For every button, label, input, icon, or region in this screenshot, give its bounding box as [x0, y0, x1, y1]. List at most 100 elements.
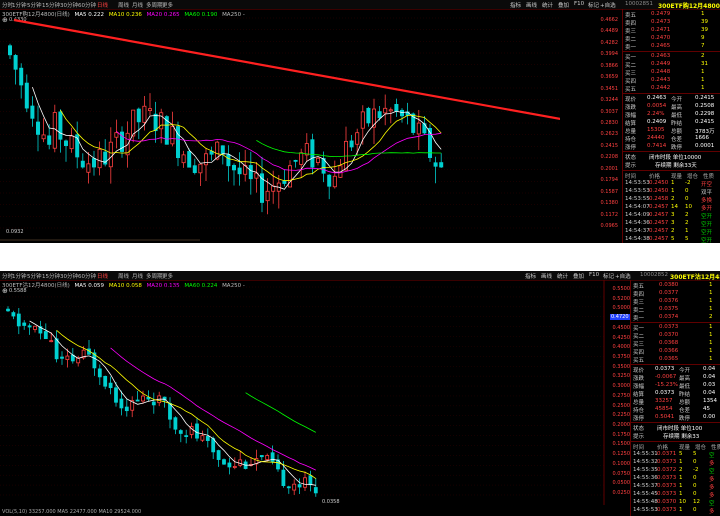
candle-body: [60, 356, 64, 359]
candle-body: [308, 475, 313, 486]
axis-tick: 0.0750: [612, 470, 631, 477]
candle-body: [168, 402, 172, 420]
candle-body: [439, 162, 444, 168]
quote-cell: 买四: [625, 79, 637, 85]
quote-row: 涨幅 2.24% 最低 0.2298: [625, 111, 718, 119]
quote-cell: 0.0371: [657, 451, 677, 457]
axis-tick: 0.0250: [612, 490, 631, 496]
quote-row: 卖一 0.2465 7: [625, 43, 718, 51]
quote-cell: 0.2443: [651, 77, 671, 83]
quote-cell: 14:53:55: [625, 196, 650, 202]
quote-cell: 0: [685, 188, 689, 194]
quote-cell: 0.2457: [649, 204, 669, 210]
candle-body: [355, 132, 360, 145]
axis-tick: 0.1380: [600, 200, 619, 207]
candlestick-chart[interactable]: [0, 0, 560, 243]
quote-row: 买一 0.2463 2: [625, 53, 718, 61]
candle-body: [65, 355, 70, 360]
quote-cell: 1: [709, 324, 713, 330]
quote-cell: 存续期 剩余33: [663, 434, 700, 440]
candle-body: [366, 107, 371, 124]
quote-cell: 总额: [671, 129, 683, 135]
candle-body: [187, 151, 192, 168]
candle-body: [47, 135, 52, 145]
tick-header-cell: 增仓: [695, 445, 707, 451]
divider: [631, 422, 720, 423]
quote-cell: 多: [709, 485, 715, 491]
quote-cell: 0.0373: [657, 507, 677, 513]
quote-cell: 卖一: [625, 45, 637, 51]
candle-body: [11, 312, 16, 317]
menu-6[interactable]: +自选: [600, 1, 616, 9]
separator: [0, 243, 720, 271]
quote-cell: 昨结: [671, 121, 683, 127]
quote-row: 买二 0.2449 31: [625, 61, 718, 69]
axis-tick: 0.2500: [612, 402, 631, 409]
quote-row: 卖二 0.0375 1: [633, 306, 720, 314]
candle-body: [315, 157, 320, 163]
candlestick-chart[interactable]: [0, 271, 606, 516]
axis-tick: 0.4662: [600, 17, 619, 23]
quote-cell: 0: [693, 475, 697, 481]
quote-row: 14:53:55 0.2458 2 0 多换: [625, 196, 718, 204]
tick-header-cell: 价格: [649, 174, 661, 180]
quote-cell: 买一: [633, 326, 645, 332]
candle-body: [332, 175, 337, 188]
quote-cell: 持仓: [625, 137, 637, 143]
quote-cell: 多: [709, 477, 715, 483]
quote-cell: 涨停: [625, 145, 637, 151]
quote-row: 卖三 0.2471 39: [625, 27, 718, 35]
quote-cell: 0.2298: [695, 111, 715, 117]
quote-cell: 9: [701, 35, 705, 41]
menu-5[interactable]: 标记: [588, 1, 599, 9]
ma-line: [245, 392, 316, 433]
quote-cell: 空开: [701, 238, 713, 243]
quote-cell: 0.2479: [651, 11, 671, 17]
candle-body: [170, 126, 175, 145]
put-option-chart-window: 分时 1分钟 5分钟 15分钟 30分钟 60分钟 日线 周线 月线 多周期 更多 指标 画线 统计 叠加 F…: [0, 271, 720, 516]
quote-cell: 0.7414: [647, 143, 667, 149]
quote-cell: 0.0373: [657, 491, 677, 497]
quote-cell: -15.23%: [655, 382, 678, 388]
candle-body: [108, 382, 113, 389]
quote-cell: 14:55:36: [633, 475, 658, 481]
tick-header-cell: 现量: [671, 174, 683, 180]
quote-cell: 2: [679, 467, 683, 473]
quote-cell: 1: [709, 306, 713, 312]
quote-cell: 0.0373: [655, 390, 675, 396]
candle-body: [97, 368, 102, 378]
candle-body: [299, 152, 304, 165]
axis-tick: 0.3244: [600, 97, 619, 104]
quote-cell: -2: [693, 467, 699, 473]
quote-cell: 7: [701, 43, 705, 49]
quote-cell: 结算: [625, 121, 637, 127]
quote-cell: 买二: [633, 334, 645, 340]
menu-4[interactable]: F10: [574, 1, 584, 7]
candle-body: [399, 109, 404, 117]
quote-cell: 1: [679, 475, 683, 481]
quote-row: 买四 0.2443 1: [625, 77, 718, 85]
quote-row: 提示 存续期 剩余33: [633, 432, 720, 440]
quote-cell: 0.2450: [649, 188, 669, 194]
quote-cell: 买一: [625, 55, 637, 61]
candle-body: [248, 165, 253, 180]
quote-cell: 开空: [701, 182, 713, 188]
axis-tick: 0.3659: [600, 74, 619, 81]
quote-cell: 现价: [633, 368, 645, 374]
candle-body: [136, 108, 141, 123]
candle-body: [141, 395, 145, 402]
quote-row: 14:53:53 0.2450 1 0 双平: [625, 188, 718, 196]
menu-6[interactable]: +自选: [615, 272, 631, 280]
quote-cell: 仓差: [671, 137, 683, 143]
quote-cell: 5: [679, 451, 683, 457]
quote-cell: 0.2457: [649, 212, 669, 218]
candle-body: [297, 484, 302, 488]
quote-row: 14:55:48 0.0370 10 12 空: [633, 499, 720, 507]
quote-cell: 1: [701, 11, 705, 17]
quote-cell: 14:55:45: [633, 491, 658, 497]
candle-body: [220, 145, 225, 155]
candle-body: [124, 406, 129, 412]
quote-cell: 14:54:38: [625, 236, 650, 242]
candle-body: [383, 107, 388, 114]
axis-tick: 0.1750: [612, 431, 631, 438]
